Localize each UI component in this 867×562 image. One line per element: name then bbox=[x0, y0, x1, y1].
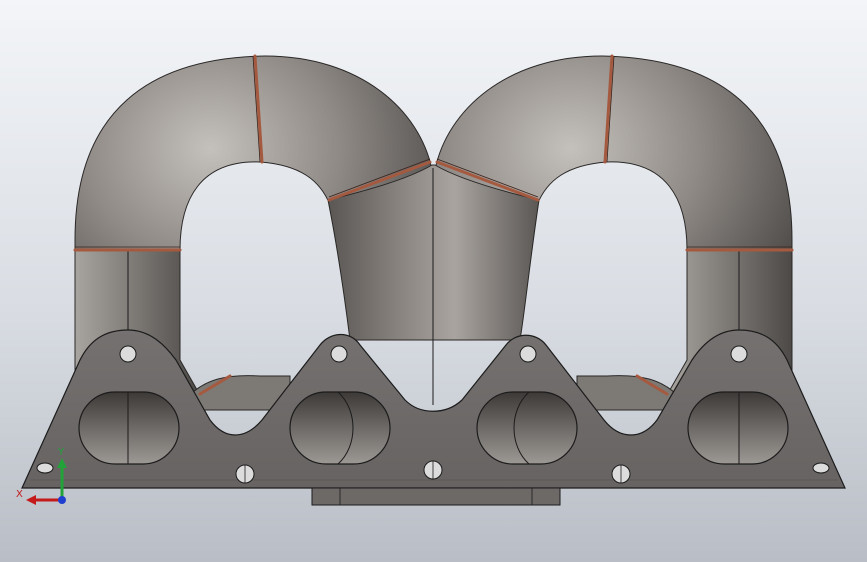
bolt-hole bbox=[36, 462, 54, 474]
triad-y-label: Y bbox=[57, 447, 65, 458]
triad-x-label: X bbox=[16, 489, 23, 500]
exhaust-port-2[interactable] bbox=[289, 391, 391, 465]
bolt-hole bbox=[730, 345, 748, 363]
exhaust-port-4[interactable] bbox=[687, 391, 789, 465]
flange-bottom-boss bbox=[311, 487, 561, 506]
exhaust-port-1[interactable] bbox=[78, 391, 180, 465]
exhaust-manifold-model[interactable]: Y X bbox=[0, 0, 867, 562]
bolt-hole bbox=[812, 462, 830, 474]
bolt-hole bbox=[330, 345, 348, 363]
graphics-viewport[interactable]: Y X bbox=[0, 0, 867, 562]
bolt-hole bbox=[519, 345, 537, 363]
bolt-hole bbox=[119, 345, 137, 363]
exhaust-port-3[interactable] bbox=[476, 391, 578, 465]
